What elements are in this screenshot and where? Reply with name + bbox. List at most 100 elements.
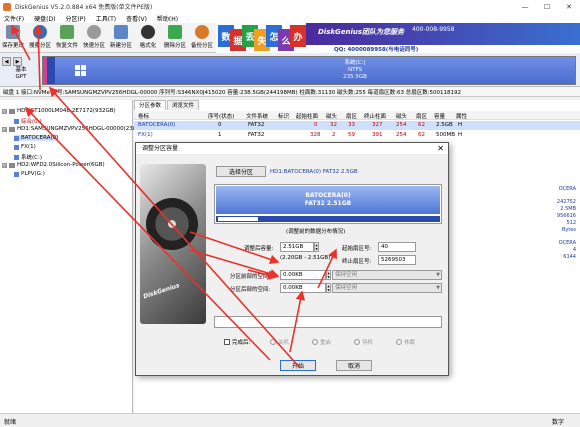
radio[interactable] xyxy=(312,339,318,345)
title-bar: DiskGenius V5.2.0.884 x64 免费版(单文件PE版) — … xyxy=(0,0,580,13)
option-hibernate[interactable]: 休眠 xyxy=(396,338,415,346)
collapse-icon[interactable]: ⊟ xyxy=(2,126,7,132)
window-title: DiskGenius V5.2.0.884 x64 免费版(单文件PE版) xyxy=(15,4,153,11)
menu-file[interactable]: 文件(F) xyxy=(4,14,24,23)
tree-partition[interactable]: FX(1) xyxy=(14,144,36,150)
recover-files-button[interactable]: 恢复文件 xyxy=(55,24,79,52)
minimize-button[interactable]: — xyxy=(514,0,536,13)
option-standby[interactable]: 待机 xyxy=(354,338,373,346)
ad-char: 办 xyxy=(290,25,306,47)
backup-partition-button[interactable]: 备份分区 xyxy=(190,24,214,52)
status-bar: 就绪 数字 xyxy=(0,413,580,427)
hard-drive-image: DiskGenius xyxy=(140,164,206,324)
radio[interactable] xyxy=(354,339,360,345)
chevron-down-icon: ▼ xyxy=(436,285,440,291)
next-disk-button[interactable]: ▶ xyxy=(13,57,22,66)
before-space-input[interactable]: 0.00KB xyxy=(280,270,326,280)
after-space-spinner[interactable]: ▲ ▼ xyxy=(326,283,331,293)
chevron-down-icon: ▼ xyxy=(436,272,440,278)
menu-bar: 文件(F) 硬盘(D) 分区(P) 工具(T) 查看(V) 帮助(H) xyxy=(0,13,580,23)
disk-icon xyxy=(9,108,15,114)
system-partition-segment[interactable]: 系统(C:) NTFS 235.5GB xyxy=(55,57,575,84)
tree-disk-hd0[interactable]: ⊟ HD0:ST1000LM048-2E7172(932GB) xyxy=(2,108,116,114)
disk-type-label: 基本 GPT xyxy=(15,67,27,80)
partition-icon xyxy=(14,154,19,160)
progress-area xyxy=(214,316,442,328)
select-partition-button[interactable]: 选择分区 xyxy=(216,166,266,177)
end-sector-input[interactable]: 5269503 xyxy=(378,255,416,265)
start-sector-input[interactable]: 40 xyxy=(378,242,416,252)
close-button[interactable]: ✕ xyxy=(558,0,580,13)
partition-icon xyxy=(14,135,19,141)
table-row[interactable]: BATOCERA(0) 0 FAT32 0 32 33 327 254 62 2… xyxy=(134,121,580,130)
finish-action-checkbox[interactable]: 完成后: xyxy=(224,338,250,346)
menu-partition[interactable]: 分区(P) xyxy=(65,14,85,23)
quick-partition-button[interactable]: 快速分区 xyxy=(82,24,106,52)
delete-icon xyxy=(168,25,182,39)
tree-disk-hd1[interactable]: ⊟ HD1:SAMSUNGMZVPV256HDGL-00000(238GB) xyxy=(2,126,146,132)
start-button[interactable]: 开始 xyxy=(280,360,316,371)
partition-icon xyxy=(14,171,19,177)
size-spinner[interactable]: ▲ ▼ xyxy=(314,242,319,252)
tree-partition-selected[interactable]: BATOCERA(0) xyxy=(14,135,59,141)
quick-partition-icon xyxy=(87,25,101,39)
radio[interactable] xyxy=(396,339,402,345)
resize-partition-dialog: 调整分区容量 ✕ DiskGenius 选择分区 HD1:BATOCERA(0)… xyxy=(135,142,449,376)
maximize-button[interactable]: ☐ xyxy=(536,0,558,13)
menu-view[interactable]: 查看(V) xyxy=(126,14,147,23)
dialog-title: 调整分区容量 xyxy=(136,143,448,154)
recover-icon xyxy=(60,25,74,39)
disk-map: ◀ ▶ 基本 GPT 系统(C:) NTFS 235.5GB xyxy=(0,53,580,87)
tree-partition[interactable]: 系统(C:) xyxy=(14,153,42,161)
delete-partition-button[interactable]: 删除分区 xyxy=(163,24,187,52)
tab-browse-files[interactable]: 浏览文件 xyxy=(167,100,200,110)
table-row[interactable]: FX(1) 1 FAT32 328 2 59 391 254 62 500MB … xyxy=(134,131,580,140)
disk-icon xyxy=(9,126,15,132)
partition-bar[interactable]: 系统(C:) NTFS 235.5GB xyxy=(42,56,576,85)
size-input[interactable]: 2.51GB xyxy=(280,242,314,252)
detail-fragment: OCERA 242752 2.5MB 956616 512 Bytes OCER… xyxy=(556,186,576,260)
format-button[interactable]: 格式化 xyxy=(136,24,160,52)
after-space-label: 分区后部的空间: xyxy=(230,287,271,293)
new-partition-icon xyxy=(114,25,128,39)
backup-icon xyxy=(195,25,209,39)
status-text: 就绪 xyxy=(4,419,17,426)
after-space-input[interactable]: 0.00KB xyxy=(280,283,326,293)
partition-segment[interactable] xyxy=(47,57,55,84)
search-partition-button[interactable]: 搜索分区 xyxy=(28,24,52,52)
option-restart[interactable]: 重启 xyxy=(312,338,331,346)
save-button[interactable]: 保存更改 xyxy=(1,24,25,52)
menu-tools[interactable]: 工具(T) xyxy=(96,14,116,23)
cancel-button[interactable]: 取消 xyxy=(336,360,372,371)
collapse-icon[interactable]: ⊟ xyxy=(2,108,7,114)
ad-qq: QQ: 4000089958(与电话同号) xyxy=(334,47,419,53)
app-logo-icon xyxy=(3,2,11,11)
option-shutdown[interactable]: 关机 xyxy=(270,338,289,346)
tab-partition-params[interactable]: 分区参数 xyxy=(134,100,167,110)
ad-banner[interactable]: 数 据 丢 失 怎 么 办 DiskGenius团队为您服务 400-008-9… xyxy=(216,23,580,53)
menu-help[interactable]: 帮助(H) xyxy=(157,14,178,23)
tree-partition[interactable]: 综合(0:) xyxy=(14,117,42,125)
before-space-spinner[interactable]: ▲ ▼ xyxy=(326,270,331,280)
ad-phone: 400-008-9958 xyxy=(412,26,455,33)
menu-disk[interactable]: 硬盘(D) xyxy=(34,14,55,23)
end-sector-label: 终止扇区号: xyxy=(342,259,372,265)
selected-partition-info: HD1:BATOCERA(0) FAT32 2.5GB xyxy=(270,169,358,175)
disk-icon xyxy=(9,162,15,168)
tree-partition[interactable]: PLPV(G:) xyxy=(14,171,45,177)
new-partition-button[interactable]: 新建分区 xyxy=(109,24,133,52)
dialog-close-button[interactable]: ✕ xyxy=(437,143,444,154)
tree-disk-hd2[interactable]: ⊟ HD2:WFD2.0Silicon-Power(6GB) xyxy=(2,162,105,168)
checkbox[interactable] xyxy=(224,339,230,345)
disk-platter xyxy=(146,198,198,250)
save-icon xyxy=(6,25,20,39)
prev-disk-button[interactable]: ◀ xyxy=(2,57,11,66)
layout-caption: (调整前的数据分布情况) xyxy=(286,229,346,235)
before-space-mode-select[interactable]: 保持空闲 ▼ xyxy=(332,270,442,280)
collapse-icon[interactable]: ⊟ xyxy=(2,162,7,168)
after-space-mode-select[interactable]: 保持空闲 ▼ xyxy=(332,283,442,293)
partition-visual: BATOCERA(0) FAT32 2.51GB xyxy=(214,184,442,224)
radio[interactable] xyxy=(270,339,276,345)
before-space-label: 分区前部的空间: xyxy=(230,274,271,280)
partition-label: 系统(C:) NTFS 235.5GB xyxy=(343,60,367,80)
